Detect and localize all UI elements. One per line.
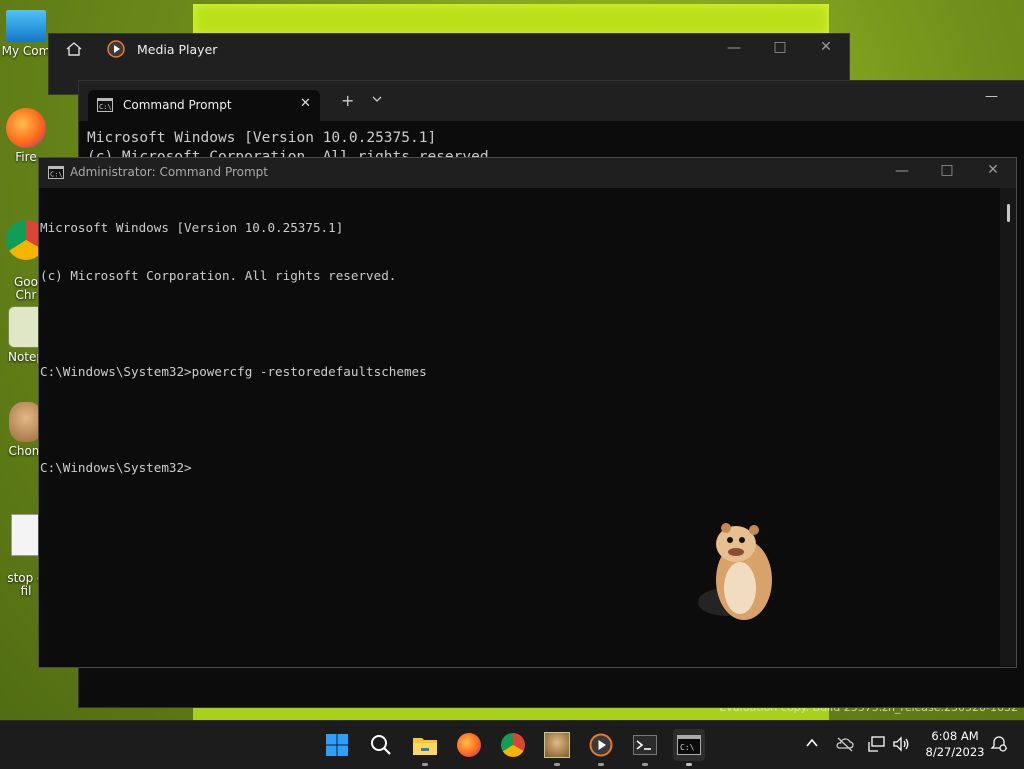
taskbar-firefox[interactable] <box>453 729 485 761</box>
terminal-tab-title: Command Prompt <box>123 98 232 112</box>
cmd-line: ​ <box>40 412 427 428</box>
chevron-up-icon[interactable] <box>805 737 819 752</box>
network-icon[interactable] <box>868 735 886 756</box>
hamster-desktop-pet[interactable] <box>696 518 784 624</box>
windows-logo-icon <box>326 734 348 756</box>
chevron-down-icon[interactable] <box>372 93 382 107</box>
monitor-icon <box>6 10 46 42</box>
onedrive-offline-icon[interactable] <box>836 736 854 755</box>
cmd-maximize-button[interactable]: □ <box>924 162 970 178</box>
cmd-line: ​ <box>40 316 427 332</box>
cmd-scrollbar-thumb[interactable] <box>1007 204 1010 222</box>
cmd-line: (c) Microsoft Corporation. All rights re… <box>40 268 397 283</box>
running-indicator <box>686 763 692 766</box>
cmd-icon: C:\ <box>677 735 701 755</box>
cmd-titlebar[interactable]: C:\ Administrator: Command Prompt — □ ✕ <box>39 158 1016 188</box>
media-player-icon <box>589 733 613 757</box>
hamster-icon <box>544 732 570 758</box>
volume-icon[interactable] <box>892 735 910 756</box>
taskbar-hamster-app[interactable] <box>541 729 573 766</box>
media-player-title: Media Player <box>137 42 218 57</box>
close-button[interactable]: ✕ <box>803 39 849 55</box>
terminal-tab-command-prompt[interactable]: C:\ Command Prompt ✕ <box>88 90 320 121</box>
wallpaper-banner <box>193 4 829 36</box>
media-player-titlebar[interactable]: Media Player — □ ✕ <box>49 34 849 66</box>
start-button[interactable] <box>321 729 353 761</box>
firefox-icon <box>6 108 46 148</box>
search-icon <box>371 735 391 755</box>
taskbar[interactable]: C:\ 6:08 AM 8/27/2023 <box>0 720 1024 769</box>
terminal-icon <box>633 735 657 755</box>
clock[interactable]: 6:08 AM 8/27/2023 <box>922 728 988 760</box>
running-indicator <box>422 763 428 766</box>
tab-close-icon[interactable]: ✕ <box>300 96 311 111</box>
maximize-button[interactable]: □ <box>757 39 803 55</box>
folder-icon <box>413 738 437 755</box>
cmd-line: Microsoft Windows [Version 10.0.25375.1] <box>40 220 344 235</box>
terminal-line: Microsoft Windows [Version 10.0.25375.1] <box>87 130 437 146</box>
firefox-icon <box>457 733 481 757</box>
cmd-output: Microsoft Windows [Version 10.0.25375.1]… <box>40 188 427 508</box>
taskbar-media-player[interactable] <box>585 729 617 766</box>
search-button[interactable] <box>365 729 397 761</box>
cmd-line: C:\Windows\System32>powercfg -restoredef… <box>40 364 427 379</box>
cmd-icon: C:\ <box>97 98 113 115</box>
svg-text:C:\: C:\ <box>680 743 695 752</box>
svg-text:C:\: C:\ <box>50 171 63 179</box>
minimize-button[interactable]: — <box>711 40 757 56</box>
cmd-line: C:\Windows\System32> <box>40 460 192 475</box>
media-player-app-icon <box>107 40 125 61</box>
cmd-window-title: Administrator: Command Prompt <box>70 165 268 179</box>
cmd-minimize-button[interactable]: — <box>879 163 925 179</box>
terminal-tabbar[interactable]: C:\ Command Prompt ✕ + — <box>79 81 1024 121</box>
file-icon <box>11 514 41 556</box>
chrome-icon <box>501 733 525 757</box>
cmd-console-area[interactable]: Microsoft Windows [Version 10.0.25375.1]… <box>39 188 999 666</box>
taskbar-command-prompt[interactable]: C:\ <box>673 729 705 766</box>
notification-settings-icon[interactable] <box>990 735 1008 756</box>
running-indicator <box>598 763 604 766</box>
desktop-icon-firefox[interactable]: Fire <box>0 108 58 164</box>
taskbar-terminal[interactable] <box>629 729 661 766</box>
cmd-close-button[interactable]: ✕ <box>970 162 1016 178</box>
clock-date: 8/27/2023 <box>925 745 985 759</box>
terminal-minimize-button[interactable]: — <box>985 89 998 104</box>
running-indicator <box>642 763 648 766</box>
svg-text:C:\: C:\ <box>99 103 112 111</box>
clock-time: 6:08 AM <box>931 729 979 743</box>
new-tab-button[interactable]: + <box>341 91 354 110</box>
cmd-scrollbar[interactable] <box>1000 188 1016 666</box>
taskbar-file-explorer[interactable] <box>409 729 441 766</box>
cmd-window[interactable]: C:\ Administrator: Command Prompt — □ ✕ … <box>38 157 1017 668</box>
taskbar-chrome[interactable] <box>497 729 529 761</box>
cmd-icon: C:\ <box>48 166 64 182</box>
running-indicator <box>554 763 560 766</box>
home-icon[interactable] <box>65 40 83 61</box>
